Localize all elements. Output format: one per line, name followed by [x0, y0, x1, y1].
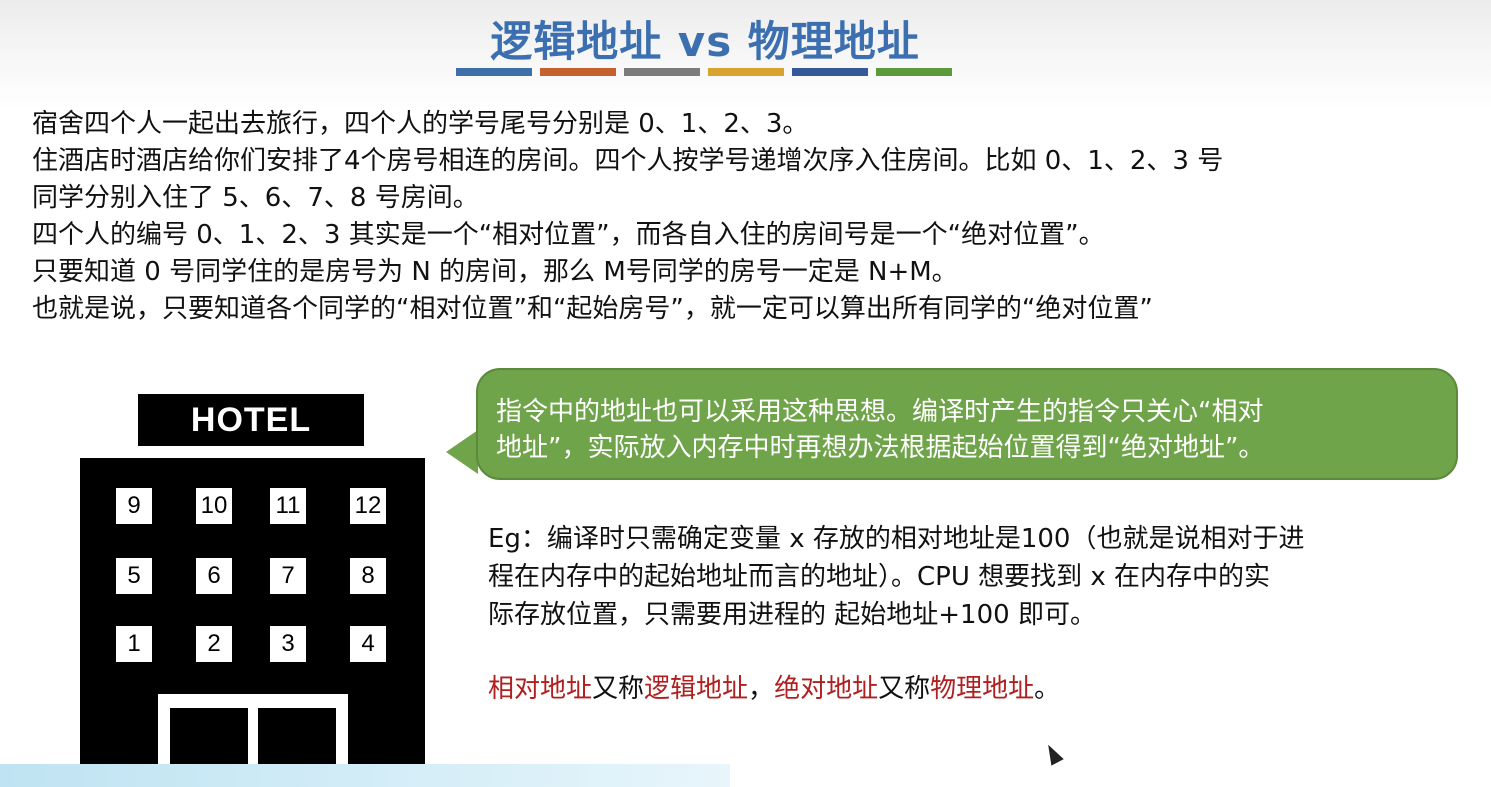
stripe-yellow — [708, 68, 784, 76]
hotel-illustration: HOTEL 9 10 11 12 5 6 7 8 1 2 3 4 — [80, 392, 425, 772]
hotel-window: 5 — [116, 558, 152, 594]
hotel-window: 8 — [350, 558, 386, 594]
bubble-line: 指令中的地址也可以采用这种思想。编译时产生的指令只关心“相对 — [496, 397, 1264, 427]
slide-title: 逻辑地址 vs 物理地址 — [490, 17, 920, 66]
stripe-gray — [624, 68, 700, 76]
stripe-blue — [456, 68, 532, 76]
hotel-window: 1 — [116, 626, 152, 662]
example-text: Eg：编译时只需确定变量 x 存放的相对地址是100（也就是说相对于进 程在内存… — [488, 520, 1478, 634]
hotel-sign: HOTEL — [138, 394, 364, 446]
summary-connector: 又称 — [592, 674, 645, 704]
stripe-green — [876, 68, 952, 76]
speech-bubble: 指令中的地址也可以采用这种思想。编译时产生的指令只关心“相对 地址”，实际放入内… — [476, 368, 1458, 480]
paragraph-line: 也就是说，只要知道各个同学的“相对位置”和“起始房号”，就一定可以算出所有同学的… — [32, 294, 1153, 324]
example-line: 际存放位置，只需要用进程的 起始地址+100 即可。 — [488, 600, 1096, 630]
stripe-orange — [540, 68, 616, 76]
hotel-window: 11 — [270, 488, 306, 524]
hotel-building: 9 10 11 12 5 6 7 8 1 2 3 4 — [80, 458, 425, 772]
example-line: Eg：编译时只需确定变量 x 存放的相对地址是100（也就是说相对于进 — [488, 524, 1305, 554]
term-absolute-address: 绝对地址 — [774, 674, 879, 704]
term-logical-address: 逻辑地址 — [644, 674, 749, 704]
hotel-window: 4 — [350, 626, 386, 662]
hotel-door-right — [258, 708, 336, 772]
paragraph-line: 宿舍四个人一起出去旅行，四个人的学号尾号分别是 0、1、2、3。 — [32, 109, 809, 139]
paragraph-line: 住酒店时酒店给你们安排了4个房号相连的房间。四个人按学号递增次序入住房间。比如 … — [32, 146, 1224, 176]
summary-period: 。 — [1034, 674, 1061, 704]
paragraph-line: 只要知道 0 号同学住的是房号为 N 的房间，那么 M号同学的房号一定是 N+M… — [32, 257, 958, 287]
hotel-window: 9 — [116, 488, 152, 524]
example-line: 程在内存中的起始地址而言的地址）。CPU 想要找到 x 在内存中的实 — [488, 562, 1271, 592]
hotel-window: 3 — [270, 626, 306, 662]
stripe-navy — [792, 68, 868, 76]
bubble-line: 地址”，实际放入内存中时再想办法根据起始位置得到“绝对地址”。 — [496, 433, 1265, 463]
hotel-window: 2 — [196, 626, 232, 662]
term-physical-address: 物理地址 — [930, 674, 1035, 704]
summary-line: 相对地址又称逻辑地址，绝对地址又称物理地址。 — [488, 670, 1060, 708]
hotel-window: 7 — [270, 558, 306, 594]
video-bottom-overlay — [0, 764, 730, 787]
intro-paragraph: 宿舍四个人一起出去旅行，四个人的学号尾号分别是 0、1、2、3。 住酒店时酒店给… — [32, 106, 1482, 328]
summary-comma: ， — [748, 674, 775, 704]
hotel-window: 12 — [350, 488, 386, 524]
hotel-door-left — [170, 708, 248, 772]
paragraph-line: 同学分别入住了 5、6、7、8 号房间。 — [32, 183, 479, 213]
paragraph-line: 四个人的编号 0、1、2、3 其实是一个“相对位置”，而各自入住的房间号是一个“… — [32, 220, 1105, 250]
title-color-stripes — [456, 68, 952, 76]
speech-bubble-tail — [446, 430, 478, 474]
mouse-cursor-icon — [1042, 741, 1064, 766]
hotel-window: 6 — [196, 558, 232, 594]
hotel-door-frame — [158, 694, 348, 772]
term-relative-address: 相对地址 — [488, 674, 593, 704]
hotel-window: 10 — [196, 488, 232, 524]
summary-connector: 又称 — [878, 674, 931, 704]
